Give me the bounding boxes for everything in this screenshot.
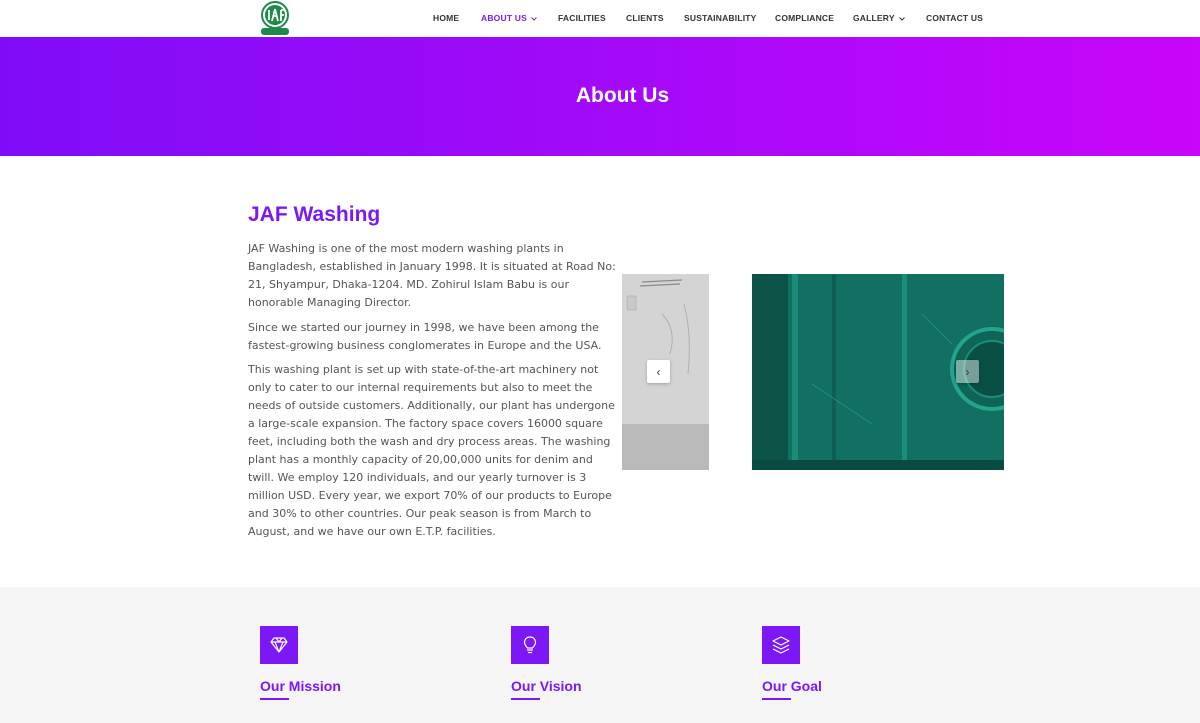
chevron-down-icon: [530, 15, 538, 23]
nav-about-us[interactable]: ABOUT US: [481, 13, 538, 23]
features-section: Our Mission Our Vision Our Goal: [0, 587, 1200, 723]
carousel-next-button[interactable]: ›: [956, 360, 979, 383]
about-paragraph: Since we started our journey in 1998, we…: [248, 320, 602, 352]
about-paragraph: This washing plant is set up with state-…: [248, 363, 615, 538]
feature-vision: Our Vision: [511, 626, 582, 700]
feature-title: Our Goal: [762, 678, 822, 694]
divider: [260, 698, 289, 700]
nav-about-us-label: ABOUT US: [481, 13, 527, 23]
feature-mission: Our Mission: [260, 626, 341, 700]
about-heading: JAF Washing: [248, 203, 381, 226]
divider: [762, 698, 791, 700]
nav-contact-us[interactable]: CONTACT US: [926, 13, 983, 23]
layers-icon: [762, 626, 800, 664]
site-header: HOME ABOUT US FACILITIES CLIENTS SUSTAIN…: [0, 0, 1200, 37]
carousel-prev-button[interactable]: ‹: [647, 360, 670, 383]
nav-clients[interactable]: CLIENTS: [626, 13, 664, 23]
jaf-washing-logo[interactable]: [259, 1, 291, 36]
page-hero-banner: About Us: [0, 37, 1200, 156]
chevron-down-icon: [898, 15, 906, 23]
nav-gallery-label: GALLERY: [853, 13, 895, 23]
diamond-icon: [260, 626, 298, 664]
divider: [511, 698, 540, 700]
nav-facilities[interactable]: FACILITIES: [558, 13, 606, 23]
nav-gallery[interactable]: GALLERY: [853, 13, 906, 23]
about-paragraph: JAF Washing is one of the most modern wa…: [248, 242, 616, 309]
feature-title: Our Vision: [511, 678, 582, 694]
lightbulb-icon: [511, 626, 549, 664]
nav-sustainability[interactable]: SUSTAINABILITY: [684, 13, 757, 23]
nav-home[interactable]: HOME: [433, 13, 459, 23]
feature-goal: Our Goal: [762, 626, 822, 700]
nav-compliance[interactable]: COMPLIANCE: [775, 13, 834, 23]
feature-title: Our Mission: [260, 678, 341, 694]
about-body: JAF Washing is one of the most modern wa…: [248, 240, 618, 548]
image-carousel: ‹ ›: [622, 274, 1004, 470]
page-title: About Us: [575, 84, 670, 107]
